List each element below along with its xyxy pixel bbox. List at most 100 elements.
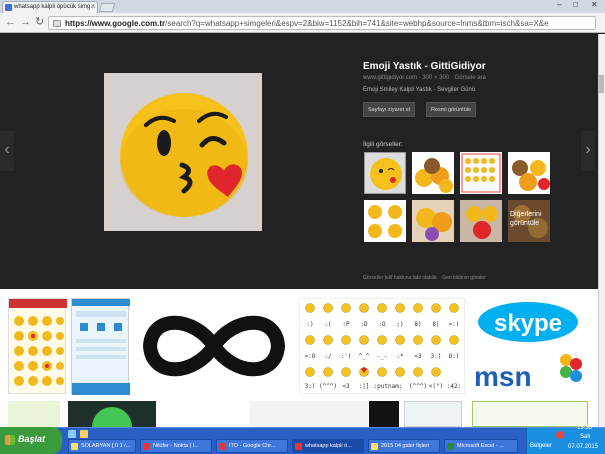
emoticon-code: :O — [378, 321, 386, 328]
skype-msn-logos: skype msn — [474, 302, 582, 392]
result-thumbnail[interactable] — [404, 401, 462, 427]
emoticon-code: (^^^) — [319, 383, 337, 390]
related-thumbnail[interactable] — [460, 152, 502, 194]
related-thumbnail[interactable] — [364, 152, 406, 194]
documents-toolbar-label[interactable]: Belgeler — [530, 443, 552, 449]
scrollbar-thumb[interactable] — [599, 75, 604, 93]
emoji-thumbnail-icon — [370, 158, 402, 190]
taskbar-button[interactable]: Microsoft Excel - ... — [444, 439, 518, 453]
window-icon — [71, 443, 78, 450]
back-icon[interactable]: ← — [5, 17, 16, 28]
whatsapp-logo-icon — [92, 407, 132, 447]
forward-icon[interactable]: → — [20, 17, 31, 28]
related-thumbnail[interactable] — [412, 200, 454, 242]
emoji-pillows-icon — [416, 208, 452, 241]
emoticon-code: 8| — [432, 321, 439, 328]
url-path: /search?q=whatsapp+simgeleri&espv=2&biw=… — [165, 19, 549, 28]
result-thumbnail[interactable] — [250, 401, 368, 427]
tab-title: whatsapp kalpli öpücük simg... — [14, 4, 96, 10]
taskbar-button-label: Microsoft Excel - ... — [457, 443, 504, 449]
emoticon-code: :putnam: — [374, 383, 403, 390]
maximize-icon[interactable]: □ — [573, 0, 578, 9]
result-thumbnail[interactable] — [8, 298, 67, 394]
taskbar-button-label: whatsapp kalpli ö... — [305, 443, 352, 449]
image-meta: www.gittigidiyor.com · 300 × 300 · Görse… — [363, 75, 486, 81]
result-thumbnail[interactable]: skype msn — [470, 298, 588, 394]
image-description: Emoji Smiley Kalpli Yastık - Sevgiler Gü… — [363, 87, 476, 93]
reload-icon[interactable]: ↻ — [35, 17, 44, 28]
emoticon-code: 8) — [414, 321, 421, 328]
viewer-footer[interactable]: Görseller telif hakkına tabi olabilir. ·… — [363, 275, 486, 281]
clock-day: Salı — [580, 434, 591, 440]
visit-page-button[interactable]: Sayfayı ziyaret et — [363, 102, 416, 117]
more-images-label[interactable]: Diğerlerini görüntüle — [510, 210, 554, 228]
emoticon-code: :D — [360, 321, 368, 328]
result-thumbnail[interactable] — [369, 401, 399, 427]
emoticon-code: <3 — [414, 353, 422, 360]
msn-logo-text: msn — [474, 361, 532, 392]
emoji-pile-icon — [415, 158, 453, 193]
google-favicon-icon — [5, 4, 12, 11]
quick-launch-bar — [62, 428, 178, 438]
minimize-icon[interactable]: – — [557, 0, 561, 9]
close-window-icon[interactable]: ✕ — [591, 0, 598, 9]
emoticon-code: >:O — [305, 353, 316, 360]
emoji-group-icon — [512, 160, 550, 191]
msn-butterfly-icon — [560, 354, 582, 382]
taskbar-button[interactable]: SOLARYAN [ 0 1 /... — [68, 439, 136, 453]
emoji-sticker-sheet-icon — [9, 299, 67, 386]
emoticon-code: :42: — [447, 383, 461, 390]
chrome-icon — [295, 443, 302, 450]
close-tab-icon[interactable]: × — [91, 3, 95, 10]
clock-date: 07.07.2015 — [568, 444, 599, 450]
emoticon-code: ;) — [396, 321, 403, 328]
taskbar-button[interactable]: Nilüfer - Nokta | I... — [140, 439, 212, 453]
taskbar-button[interactable]: İTO - Google Chr... — [216, 439, 288, 453]
url-domain: https://www.google.com.tr — [65, 19, 166, 28]
emoticon-code: :'( — [341, 353, 352, 360]
quick-launch-icon[interactable] — [68, 430, 76, 438]
related-thumbnail[interactable] — [364, 200, 406, 242]
emoticon-code: >:( — [449, 321, 460, 328]
new-tab-button[interactable] — [98, 3, 116, 12]
windows-logo-icon — [5, 435, 15, 445]
chrome-icon — [219, 443, 226, 450]
excel-icon — [447, 443, 454, 450]
next-image-icon[interactable]: › — [581, 131, 595, 171]
previous-image-icon[interactable]: ‹ — [0, 131, 14, 171]
result-thumbnail[interactable] — [68, 401, 156, 447]
taskbar-button-active[interactable]: whatsapp kalpli ö... — [292, 439, 364, 453]
result-thumbnail[interactable] — [134, 298, 294, 394]
tray-icon[interactable] — [556, 431, 564, 439]
emoticon-code: -_- — [377, 353, 388, 360]
result-thumbnail[interactable] — [71, 298, 130, 395]
taskbar-button[interactable]: 2015 04 gider fişleri — [368, 439, 440, 453]
view-image-button[interactable]: Resmi görüntüle — [426, 102, 477, 117]
chrome-icon — [143, 443, 150, 450]
related-thumbnail[interactable] — [460, 200, 502, 242]
emoticon-chart-thumbnail[interactable]: :) :( :P :D :O ;) 8) 8| >:( >:O :/ :'( ^… — [299, 298, 465, 394]
emoticon-code: 3:) — [305, 383, 316, 390]
result-thumbnail[interactable] — [472, 401, 588, 427]
image-title[interactable]: Emoji Yastık - GittiGidiyor — [363, 61, 486, 72]
emoticon-code: ^_^ — [359, 353, 370, 360]
secure-lock-icon — [53, 20, 61, 27]
emoticon-code: (^^^) — [409, 383, 427, 390]
emoticon-code: :( — [324, 321, 331, 328]
emoticon-code: :|] — [359, 383, 370, 390]
clock-time[interactable]: 15:33 — [577, 425, 592, 431]
selected-image[interactable] — [104, 73, 262, 231]
quick-launch-icon[interactable] — [80, 430, 88, 438]
browser-tab[interactable]: whatsapp kalpli öpücük simg... × — [2, 1, 98, 13]
related-thumbnail[interactable] — [508, 152, 550, 194]
emoji-chart-icon — [461, 153, 501, 193]
emoticon-code: :P — [342, 321, 350, 328]
related-images-label: İlgili görseller: — [363, 141, 403, 148]
emoticon-chart: :) :( :P :D :O ;) 8) 8| >:( >:O :/ :'( ^… — [305, 303, 461, 390]
infinity-symbol-icon — [142, 315, 286, 377]
address-bar[interactable]: https://www.google.com.tr/search?q=whats… — [48, 16, 596, 30]
result-thumbnail[interactable] — [8, 401, 60, 427]
phone-app-screenshot-icon — [72, 299, 130, 395]
related-thumbnail[interactable] — [412, 152, 454, 194]
start-button[interactable]: Başlat — [0, 427, 62, 454]
